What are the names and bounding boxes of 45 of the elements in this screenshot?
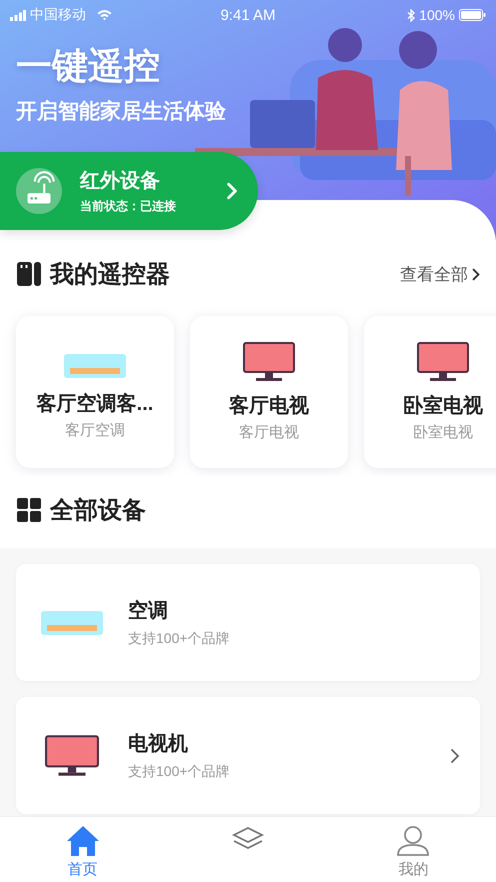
remote-name: 客厅电视 <box>229 394 309 419</box>
grid-icon <box>16 497 42 523</box>
air-conditioner-icon <box>40 608 104 636</box>
remote-icon <box>16 261 42 287</box>
bluetooth-icon <box>407 8 416 22</box>
battery-icon <box>458 9 486 21</box>
battery-percent: 100% <box>419 7 455 23</box>
tv-icon <box>417 342 469 382</box>
view-all-link[interactable]: 查看全部 <box>400 262 480 286</box>
ir-device-title: 红外设备 <box>80 169 161 194</box>
remote-name: 卧室电视 <box>403 394 483 419</box>
device-card[interactable]: 电视机 支持100+个品牌 <box>16 697 480 814</box>
carrier-name: 中国移动 <box>30 6 86 24</box>
tv-icon <box>243 342 295 382</box>
chevron-right-icon <box>472 268 480 280</box>
signal-icon <box>10 10 26 20</box>
device-brands: 支持100+个品牌 <box>128 763 231 781</box>
device-card[interactable]: 空调 支持100+个品牌 <box>16 564 480 681</box>
user-icon <box>396 825 430 858</box>
wifi-icon <box>96 9 113 21</box>
tab-item[interactable]: 首页 <box>0 817 166 882</box>
remote-name: 客厅空调客... <box>36 392 154 417</box>
device-name: 空调 <box>128 598 169 624</box>
home-icon <box>66 825 100 858</box>
tab-label: 我的 <box>398 860 428 880</box>
device-name: 电视机 <box>128 732 189 757</box>
tab-label: 首页 <box>68 860 98 880</box>
remote-room: 客厅空调 <box>65 421 125 440</box>
hero-title: 一键遥控 <box>16 44 160 88</box>
hero-subtitle: 开启智能家居生活体验 <box>16 98 226 125</box>
chevron-right-icon <box>226 182 238 200</box>
remote-card[interactable]: 客厅空调客... 客厅空调 <box>16 316 174 468</box>
section-title: 我的遥控器 <box>50 260 170 290</box>
remote-card[interactable]: 客厅电视 客厅电视 <box>190 316 348 468</box>
remote-room: 卧室电视 <box>413 423 473 442</box>
air-conditioner-icon <box>63 352 127 380</box>
remote-room: 客厅电视 <box>239 423 299 442</box>
ir-device-status: 当前状态：已连接 <box>80 198 177 215</box>
tab-item[interactable]: 我的 <box>330 817 496 882</box>
device-brands: 支持100+个品牌 <box>128 630 231 648</box>
remote-card[interactable]: 卧室电视 卧室电视 <box>364 316 496 468</box>
tv-icon <box>45 734 99 776</box>
router-icon <box>16 168 62 214</box>
status-time: 9:41 AM <box>220 6 276 24</box>
section-title: 全部设备 <box>50 496 146 526</box>
